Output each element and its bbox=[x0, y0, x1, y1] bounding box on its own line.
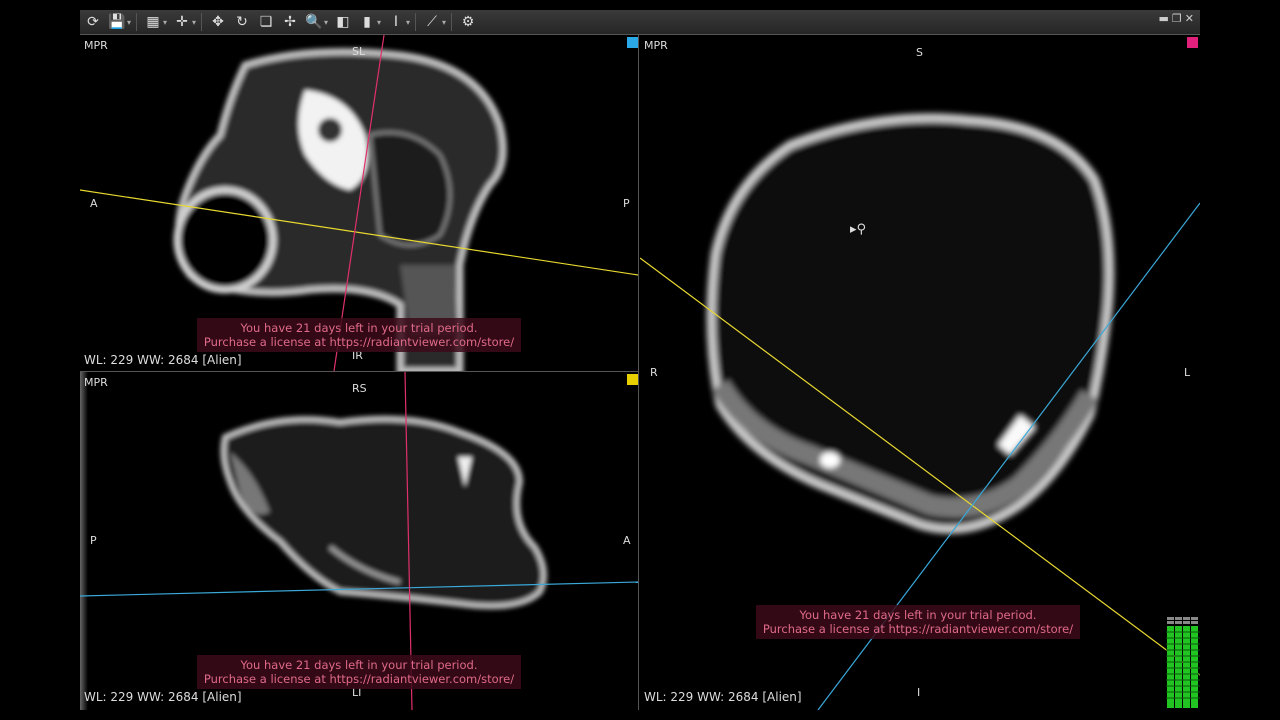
orientation-left: P bbox=[90, 534, 97, 547]
move-icon[interactable]: ✢ bbox=[279, 12, 301, 32]
sync-icon[interactable]: ⟳ bbox=[82, 12, 104, 32]
stack-icon[interactable]: ❏ bbox=[255, 12, 277, 32]
trial-notice: You have 21 days left in your trial peri… bbox=[197, 655, 521, 689]
trial-text-line1: You have 21 days left in your trial peri… bbox=[799, 608, 1037, 622]
trial-notice: You have 21 days left in your trial peri… bbox=[197, 318, 521, 352]
layout-icon[interactable]: ▦ bbox=[142, 12, 164, 32]
close-icon[interactable]: ✕ bbox=[1185, 12, 1194, 25]
viewport-sagittal[interactable]: MPR SL A P IR You have 21 days left in y… bbox=[80, 35, 639, 372]
measure-dropdown-icon[interactable]: ▾ bbox=[442, 18, 448, 27]
zoom-dropdown-icon[interactable]: ▾ bbox=[324, 18, 330, 27]
window-level-icon[interactable]: ▮ bbox=[356, 12, 378, 32]
orientation-right: P bbox=[623, 197, 630, 210]
viewport-mode-label: MPR bbox=[84, 376, 108, 389]
orientation-left: A bbox=[90, 197, 98, 210]
measure-icon[interactable]: ⟋ bbox=[421, 12, 443, 32]
orientation-left: R bbox=[650, 366, 658, 379]
viewport-axial[interactable]: MPR RS P A LI You have 21 days left in y… bbox=[80, 372, 639, 710]
orientation-top: RS bbox=[352, 382, 367, 395]
toolbar-divider bbox=[201, 13, 202, 31]
pan-icon[interactable]: ✥ bbox=[207, 12, 229, 32]
zoom-cursor-icon: ▸⚲ bbox=[850, 222, 867, 237]
rotate-icon[interactable]: ↻ bbox=[231, 12, 253, 32]
toolbar-divider bbox=[415, 13, 416, 31]
orientation-top: SL bbox=[352, 45, 366, 58]
window-level-dropdown-icon[interactable]: ▾ bbox=[377, 18, 383, 27]
crosshair-icon[interactable]: ✛ bbox=[171, 12, 193, 32]
orientation-right: A bbox=[623, 534, 631, 547]
window-level-readout: WL: 229 WW: 2684 [Alien] bbox=[84, 353, 242, 367]
window-level-readout: WL: 229 WW: 2684 [Alien] bbox=[644, 690, 802, 704]
trial-text-line2: Purchase a license at https://radiantvie… bbox=[203, 672, 515, 686]
orientation-right: L bbox=[1184, 366, 1191, 379]
save-icon[interactable]: 💾 bbox=[106, 12, 128, 32]
window-level-readout: WL: 229 WW: 2684 [Alien] bbox=[84, 690, 242, 704]
window-controls: ▬ ❐ ✕ bbox=[1159, 12, 1195, 25]
toolbar-divider bbox=[136, 13, 137, 31]
viewport-mode-label: MPR bbox=[84, 39, 108, 52]
viewport-color-marker bbox=[627, 374, 638, 385]
restore-icon[interactable]: ❐ bbox=[1172, 12, 1182, 25]
crosshair-dropdown-icon[interactable]: ▾ bbox=[192, 18, 198, 27]
viewport-coronal[interactable]: ▸⚲ MPR S R L I You have 21 days left in … bbox=[640, 35, 1200, 710]
trial-notice: You have 21 days left in your trial peri… bbox=[756, 605, 1080, 639]
trial-text-line1: You have 21 days left in your trial peri… bbox=[240, 321, 478, 335]
trial-text-line1: You have 21 days left in your trial peri… bbox=[240, 658, 478, 672]
save-dropdown-icon[interactable]: ▾ bbox=[127, 18, 133, 27]
viewport-color-marker bbox=[1187, 37, 1198, 48]
orientation-bottom: I bbox=[917, 686, 921, 699]
layout-dropdown-icon[interactable]: ▾ bbox=[163, 18, 169, 27]
mpr-viewer-app: ⟳ 💾 ▾ ▦ ▾ ✛ ▾ ✥ ↻ ❏ ✢ 🔍 ▾ ◧ ▮ ▾ Ⅰ ▾ ⟋ ▾ … bbox=[80, 10, 1200, 710]
orientation-top: S bbox=[916, 46, 923, 59]
trial-text-line2: Purchase a license at https://radiantvie… bbox=[762, 622, 1074, 636]
viewport-color-marker bbox=[627, 37, 638, 48]
minimize-icon[interactable]: ▬ bbox=[1159, 12, 1169, 25]
text-dropdown-icon[interactable]: ▾ bbox=[406, 18, 412, 27]
viewport-mode-label: MPR bbox=[644, 39, 668, 52]
settings-icon[interactable]: ⚙ bbox=[457, 12, 479, 32]
text-cursor-icon[interactable]: Ⅰ bbox=[385, 12, 407, 32]
invert-icon[interactable]: ◧ bbox=[332, 12, 354, 32]
trial-text-line2: Purchase a license at https://radiantvie… bbox=[203, 335, 515, 349]
toolbar-divider bbox=[451, 13, 452, 31]
level-meter bbox=[1166, 617, 1200, 708]
toolbar: ⟳ 💾 ▾ ▦ ▾ ✛ ▾ ✥ ↻ ❏ ✢ 🔍 ▾ ◧ ▮ ▾ Ⅰ ▾ ⟋ ▾ … bbox=[80, 10, 1200, 35]
zoom-icon[interactable]: 🔍 bbox=[303, 12, 325, 32]
